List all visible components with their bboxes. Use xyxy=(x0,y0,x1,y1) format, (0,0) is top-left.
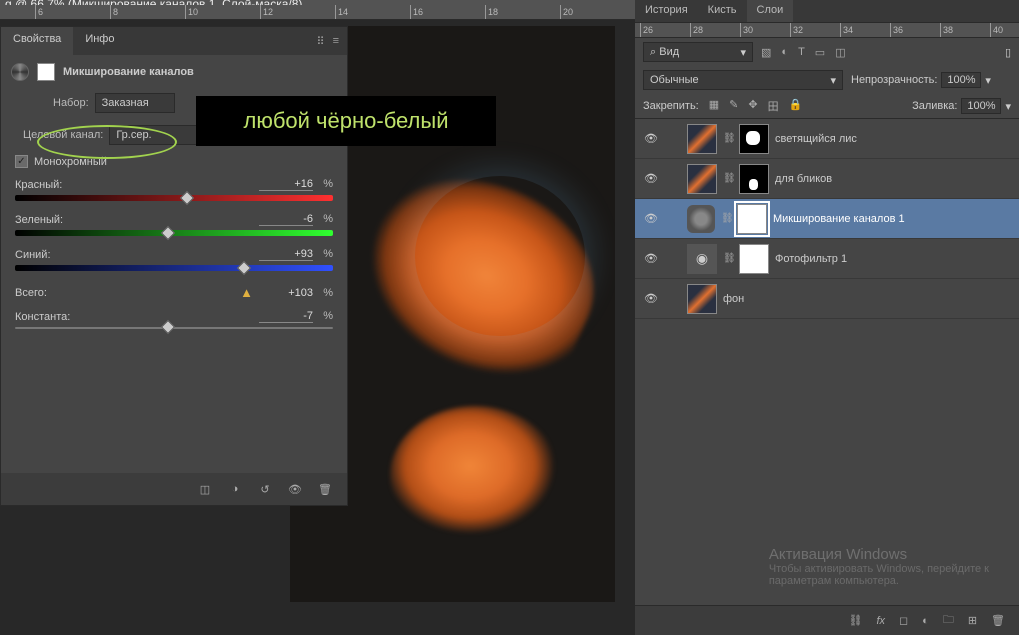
view-previous-icon[interactable]: ◑ xyxy=(227,481,243,497)
link-layers-icon[interactable]: ⛓ xyxy=(848,614,862,627)
total-label: Всего: xyxy=(15,287,47,299)
warning-icon: ▲ xyxy=(240,285,253,300)
toggle-visibility-icon[interactable]: 👁 xyxy=(287,481,303,497)
opacity-label: Непрозрачность: xyxy=(851,74,937,86)
red-value[interactable]: +16 xyxy=(259,178,313,191)
red-slider[interactable] xyxy=(15,195,333,201)
filter-smart-icon[interactable]: ◫ xyxy=(835,46,845,59)
adjustment-layer-icon[interactable] xyxy=(687,205,715,233)
lock-all-icon[interactable]: 🔒 xyxy=(789,98,803,114)
layer-mask-thumb[interactable] xyxy=(739,124,769,154)
new-layer-icon[interactable]: ⊞ xyxy=(968,614,977,627)
panel-options-icon[interactable]: ≡ xyxy=(333,35,339,47)
layer-name[interactable]: для бликов xyxy=(775,173,832,185)
layer-thumb[interactable] xyxy=(687,284,717,314)
link-icon[interactable]: ⛓ xyxy=(721,213,731,224)
layer-row[interactable]: 👁 ⛓ Микширование каналов 1 xyxy=(635,199,1019,239)
output-channel-label: Целевой канал: xyxy=(23,129,103,141)
layer-row[interactable]: 👁 фон xyxy=(635,279,1019,319)
layer-name[interactable]: Микширование каналов 1 xyxy=(773,213,905,225)
reset-icon[interactable]: ↺ xyxy=(257,481,273,497)
preset-dropdown[interactable]: Заказная xyxy=(95,93,175,113)
tab-history[interactable]: История xyxy=(635,0,698,22)
clip-to-layer-icon[interactable]: ◫ xyxy=(197,481,213,497)
layer-style-icon[interactable]: fx xyxy=(876,615,885,627)
layer-mask-thumb[interactable] xyxy=(739,164,769,194)
layer-name[interactable]: светящийся лис xyxy=(775,133,857,145)
monochrome-checkbox[interactable]: ✓ xyxy=(15,155,28,168)
adjustment-layer-icon[interactable]: ◉ xyxy=(687,244,717,274)
windows-activation-watermark: Активация Windows Чтобы активировать Win… xyxy=(769,546,989,587)
preset-label: Набор: xyxy=(53,97,89,109)
total-value: +103 xyxy=(259,287,313,299)
panel-menu-icon[interactable]: ⠿ xyxy=(317,35,325,48)
right-panel: История Кисть Слои 26 28 30 32 34 36 38 … xyxy=(635,0,1019,635)
tab-info[interactable]: Инфо xyxy=(73,27,126,55)
filter-type-icon[interactable]: T xyxy=(798,46,805,59)
layer-name[interactable]: фон xyxy=(723,293,744,305)
add-mask-icon[interactable]: ◻ xyxy=(899,614,908,627)
green-slider[interactable] xyxy=(15,230,333,236)
constant-slider[interactable] xyxy=(15,327,333,329)
mask-icon[interactable] xyxy=(37,63,55,81)
lock-artboard-icon[interactable]: ⽥ xyxy=(768,98,779,114)
green-value[interactable]: -6 xyxy=(259,213,313,226)
layer-filter-kind[interactable]: ⌕ Вид▾ xyxy=(643,42,753,62)
layer-thumb[interactable] xyxy=(687,124,717,154)
filter-pixel-icon[interactable]: ▧ xyxy=(761,46,771,59)
filter-shape-icon[interactable]: ▭ xyxy=(815,46,825,59)
link-icon[interactable]: ⛓ xyxy=(723,253,733,264)
constant-label: Константа: xyxy=(15,311,70,323)
blend-mode-dropdown[interactable]: Обычные▾ xyxy=(643,70,843,90)
layer-name[interactable]: Фотофильтр 1 xyxy=(775,253,847,265)
monochrome-label: Монохромный xyxy=(34,156,107,168)
red-label: Красный: xyxy=(15,179,62,191)
lock-label: Закрепить: xyxy=(643,100,699,112)
filter-adjust-icon[interactable]: ◐ xyxy=(781,46,788,59)
filter-toggle-icon[interactable]: ▯ xyxy=(1005,46,1011,59)
tab-layers[interactable]: Слои xyxy=(747,0,794,22)
link-icon[interactable]: ⛓ xyxy=(723,133,733,144)
layer-thumb[interactable] xyxy=(687,164,717,194)
layer-row[interactable]: 👁 ◉ ⛓ Фотофильтр 1 xyxy=(635,239,1019,279)
visibility-icon[interactable]: 👁 xyxy=(641,172,661,185)
constant-value[interactable]: -7 xyxy=(259,310,313,323)
channel-mixer-icon[interactable] xyxy=(11,63,29,81)
lock-paint-icon[interactable]: ✎ xyxy=(729,98,738,114)
new-adjustment-icon[interactable]: ◐ xyxy=(922,615,929,627)
delete-layer-icon[interactable]: 🗑 xyxy=(991,614,1005,627)
new-group-icon[interactable]: 🗀 xyxy=(943,611,954,630)
green-label: Зеленый: xyxy=(15,214,63,226)
visibility-icon[interactable]: 👁 xyxy=(641,132,661,145)
blue-value[interactable]: +93 xyxy=(259,248,313,261)
visibility-icon[interactable]: 👁 xyxy=(641,292,661,305)
lock-transparent-icon[interactable]: ▦ xyxy=(709,98,719,114)
annotation-overlay: любой чёрно-белый xyxy=(196,96,496,146)
fill-label: Заливка: xyxy=(912,100,957,112)
layer-list: 👁 ⛓ светящийся лис 👁 ⛓ для бликов 👁 ⛓ xyxy=(635,119,1019,319)
lock-position-icon[interactable]: ✥ xyxy=(748,98,757,114)
adjustment-title: Микширование каналов xyxy=(63,66,194,78)
layer-mask-thumb[interactable] xyxy=(739,244,769,274)
layer-row[interactable]: 👁 ⛓ для бликов xyxy=(635,159,1019,199)
blue-slider[interactable] xyxy=(15,265,333,271)
layer-row[interactable]: 👁 ⛓ светящийся лис xyxy=(635,119,1019,159)
tab-brush[interactable]: Кисть xyxy=(698,0,747,22)
visibility-icon[interactable]: 👁 xyxy=(641,252,661,265)
link-icon[interactable]: ⛓ xyxy=(723,173,733,184)
visibility-icon[interactable]: 👁 xyxy=(641,212,661,225)
tab-properties[interactable]: Свойства xyxy=(1,27,73,55)
fox-image-bottom xyxy=(390,406,560,546)
fill-value[interactable]: 100% xyxy=(961,98,1001,114)
opacity-value[interactable]: 100% xyxy=(941,72,981,88)
delete-adjustment-icon[interactable]: 🗑 xyxy=(317,481,333,497)
layer-mask-thumb[interactable] xyxy=(737,204,767,234)
blue-label: Синий: xyxy=(15,249,51,261)
ruler-right-segment: 26 28 30 32 34 36 38 40 xyxy=(635,22,1019,38)
